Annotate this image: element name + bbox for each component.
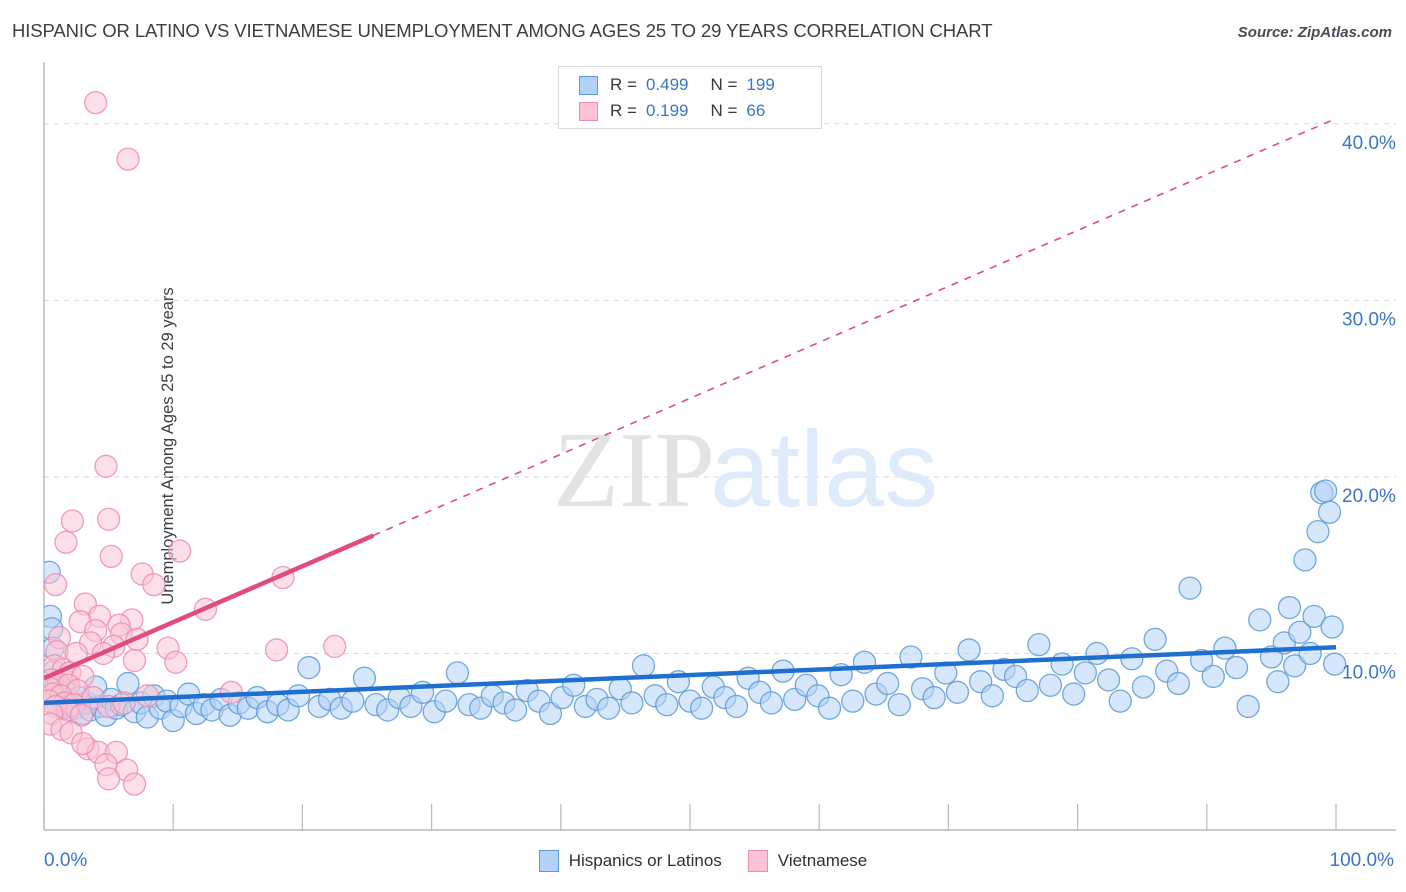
series-legend-item-vietnamese[interactable]: Vietnamese bbox=[747, 850, 868, 872]
legend-row-hispanic: R = 0.499 N = 199 bbox=[579, 72, 775, 98]
legend-n-key-pink: N = bbox=[710, 101, 738, 120]
legend-n-value-blue: 199 bbox=[746, 75, 775, 94]
series-legend-item-hispanics[interactable]: Hispanics or Latinos bbox=[538, 850, 722, 872]
series-swatch-hispanics bbox=[538, 850, 559, 872]
series-label-hispanics: Hispanics or Latinos bbox=[568, 851, 722, 870]
svg-text:ZIP: ZIP bbox=[553, 411, 715, 530]
series-legend: Hispanics or Latinos Vietnamese bbox=[0, 850, 1406, 872]
svg-text:atlas: atlas bbox=[710, 408, 938, 529]
correlation-chart: HISPANIC OR LATINO VS VIETNAMESE UNEMPLO… bbox=[0, 0, 1406, 892]
legend-r-value-pink: 0.199 bbox=[645, 101, 689, 120]
legend-r-value-blue: 0.499 bbox=[645, 75, 689, 94]
scatter-plot-canvas: ZIPatlas 10.0% 20.0% 30.0% 40.0% bbox=[43, 62, 1396, 831]
legend-n-value-pink: 66 bbox=[746, 101, 766, 120]
svg-text:20.0%: 20.0% bbox=[1342, 486, 1396, 507]
series-swatch-vietnamese bbox=[747, 850, 768, 872]
series-label-vietnamese: Vietnamese bbox=[777, 851, 868, 870]
legend-r-key-blue: R = bbox=[610, 75, 637, 94]
svg-text:40.0%: 40.0% bbox=[1342, 133, 1396, 154]
legend-swatch-pink bbox=[579, 101, 598, 121]
legend-r-key-pink: R = bbox=[610, 101, 637, 120]
svg-text:30.0%: 30.0% bbox=[1342, 309, 1396, 330]
legend-row-vietnamese: R = 0.199 N = 66 bbox=[579, 98, 765, 124]
legend-n-key-blue: N = bbox=[710, 75, 738, 94]
svg-text:10.0%: 10.0% bbox=[1342, 662, 1396, 683]
correlation-legend: R = 0.499 N = 199 R = 0.199 N = 66 bbox=[558, 66, 822, 129]
legend-swatch-blue bbox=[579, 75, 598, 95]
